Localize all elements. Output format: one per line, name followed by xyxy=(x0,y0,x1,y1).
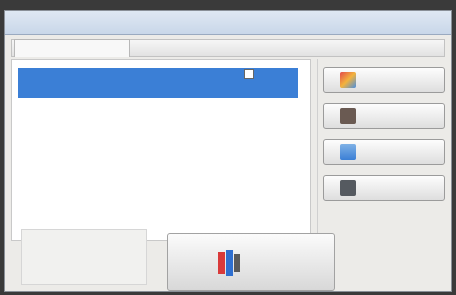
title-bar[interactable] xyxy=(5,11,451,35)
dialog-window xyxy=(4,10,452,292)
action-button-1[interactable] xyxy=(323,67,445,93)
main-action-button[interactable] xyxy=(167,233,335,291)
action-button-3[interactable] xyxy=(323,139,445,165)
folder-icon xyxy=(340,108,356,124)
list-item-selected[interactable] xyxy=(18,68,298,98)
document-icon xyxy=(340,180,356,196)
list-item-checkbox[interactable] xyxy=(244,69,254,79)
image-icon xyxy=(340,144,356,160)
tab-strip xyxy=(11,39,445,57)
bottom-left-panel xyxy=(21,229,147,285)
colorful-file-icon xyxy=(340,72,356,88)
item-list xyxy=(18,68,298,98)
action-button-4[interactable] xyxy=(323,175,445,201)
list-panel xyxy=(11,59,311,241)
app-icon xyxy=(216,248,242,278)
tab-active[interactable] xyxy=(14,39,130,57)
action-button-2[interactable] xyxy=(323,103,445,129)
